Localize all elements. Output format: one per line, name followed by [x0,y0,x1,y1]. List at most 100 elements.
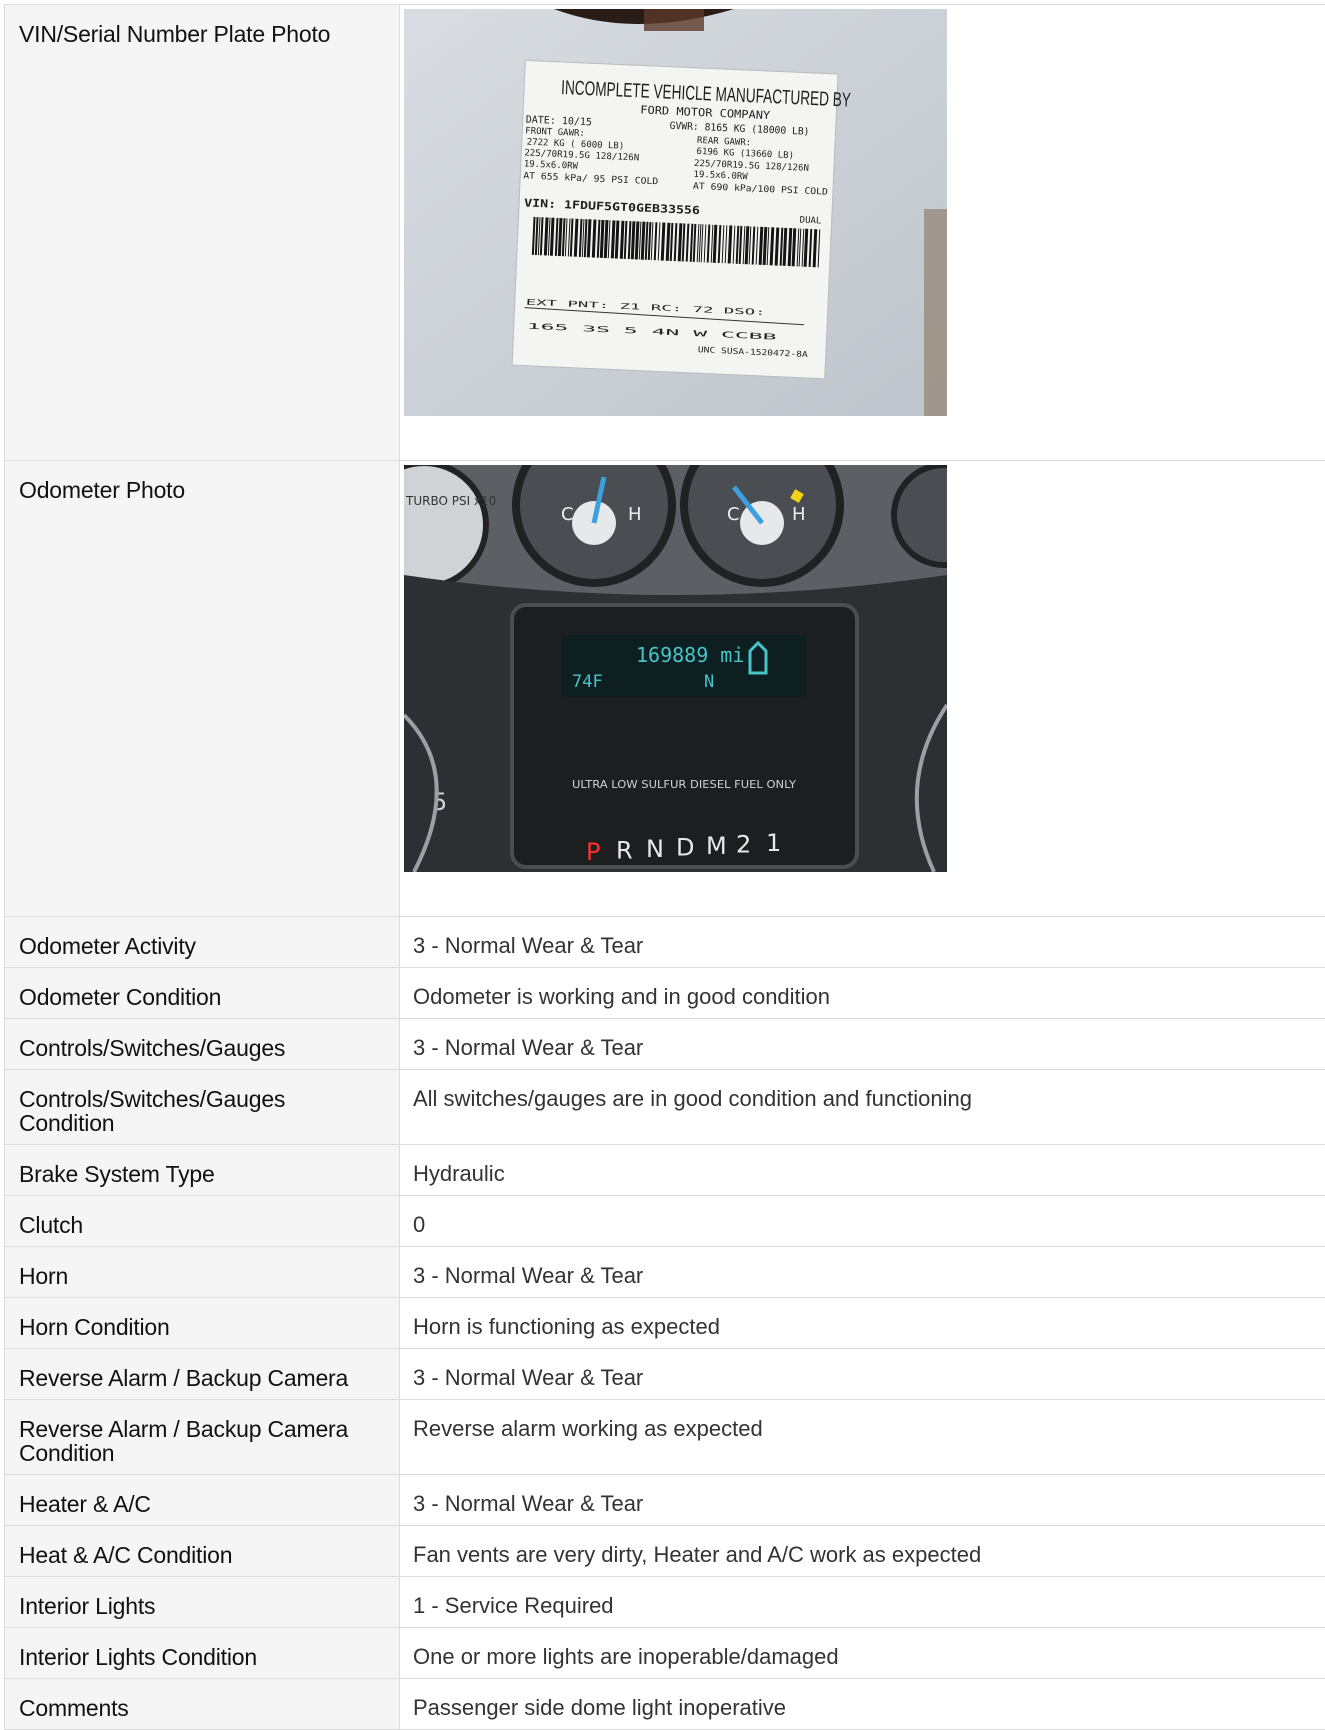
row-label: Heater & A/C [5,1475,399,1516]
table-row: VIN/Serial Number Plate Photo [5,5,1325,461]
row-value-cell: 3 - Normal Wear & Tear [400,1475,1325,1526]
row-value-cell: Reverse alarm working as expected [400,1400,1325,1475]
row-label: VIN/Serial Number Plate Photo [5,5,399,46]
row-value-cell: All switches/gauges are in good conditio… [400,1070,1325,1145]
row-value: Passenger side dome light inoperative [400,1679,1325,1720]
row-label-cell: Brake System Type [5,1145,400,1196]
table-row: Controls/Switches/Gauges ConditionAll sw… [5,1070,1325,1145]
row-label-cell: Controls/Switches/Gauges Condition [5,1070,400,1145]
row-label: Odometer Activity [5,917,399,958]
temp-gauge-h: H [628,504,642,525]
row-label-cell: Interior Lights Condition [5,1628,400,1679]
row-label: Interior Lights Condition [5,1628,399,1669]
table-row: Horn3 - Normal Wear & Tear [5,1247,1325,1298]
row-label: Interior Lights [5,1577,399,1618]
row-value: 0 [400,1196,1325,1237]
row-value: Reverse alarm working as expected [400,1400,1325,1441]
gear-letter: 2 [736,831,751,859]
row-label-cell: Comments [5,1679,400,1730]
row-label-cell: Odometer Condition [5,968,400,1019]
row-label-cell: Reverse Alarm / Backup Camera Condition [5,1400,400,1475]
row-label-cell: Horn Condition [5,1298,400,1349]
odometer-gear: N [704,672,714,692]
temp-gauge-c: C [561,504,574,525]
row-value-cell: 3 - Normal Wear & Tear [400,1019,1325,1070]
row-value: One or more lights are inoperable/damage… [400,1628,1325,1669]
table-row: Reverse Alarm / Backup Camera ConditionR… [5,1400,1325,1475]
row-label-cell: Odometer Activity [5,917,400,968]
gear-letter: 1 [766,829,781,857]
odometer-photo[interactable]: TURBO PSI x10 C H C H 169889 [404,465,947,872]
row-photo-cell: INCOMPLETE VEHICLE MANUFACTURED BY FORD … [400,5,1325,461]
row-label: Horn [5,1247,399,1288]
row-label: Horn Condition [5,1298,399,1339]
trans-gauge-h: H [792,504,806,525]
row-label-cell: Heater & A/C [5,1475,400,1526]
table-row: Clutch0 [5,1196,1325,1247]
row-value-cell: 3 - Normal Wear & Tear [400,1247,1325,1298]
vin-plate-photo[interactable]: INCOMPLETE VEHICLE MANUFACTURED BY FORD … [404,9,947,416]
row-value-cell: 1 - Service Required [400,1577,1325,1628]
row-photo-cell: TURBO PSI x10 C H C H 169889 [400,461,1325,917]
table-row: Reverse Alarm / Backup Camera3 - Normal … [5,1349,1325,1400]
table-row: Odometer ConditionOdometer is working an… [5,968,1325,1019]
table-row: Interior Lights ConditionOne or more lig… [5,1628,1325,1679]
row-label-cell: Clutch [5,1196,400,1247]
table-row: Brake System TypeHydraulic [5,1145,1325,1196]
row-value: Horn is functioning as expected [400,1298,1325,1339]
fuel-note: ULTRA LOW SULFUR DIESEL FUEL ONLY [572,778,796,791]
row-label-cell: VIN/Serial Number Plate Photo [5,5,400,461]
row-label: Controls/Switches/Gauges Condition [5,1070,399,1135]
row-value-cell: Passenger side dome light inoperative [400,1679,1325,1730]
gear-letter: P [586,838,600,866]
table-row: Heater & A/C3 - Normal Wear & Tear [5,1475,1325,1526]
table-row: Odometer Activity3 - Normal Wear & Tear [5,917,1325,968]
row-value: 3 - Normal Wear & Tear [400,1019,1325,1060]
gear-letter: D [676,834,694,862]
row-label: Clutch [5,1196,399,1237]
row-value: Hydraulic [400,1145,1325,1186]
row-label: Comments [5,1679,399,1720]
table-row: Heat & A/C ConditionFan vents are very d… [5,1526,1325,1577]
row-label: Odometer Condition [5,968,399,1009]
row-value: All switches/gauges are in good conditio… [400,1070,1325,1111]
row-label-cell: Horn [5,1247,400,1298]
row-label-cell: Heat & A/C Condition [5,1526,400,1577]
turbo-gauge-label: TURBO PSI x10 [405,494,496,508]
row-label: Brake System Type [5,1145,399,1186]
row-label: Heat & A/C Condition [5,1526,399,1567]
row-label: Reverse Alarm / Backup Camera Condition [5,1400,399,1465]
row-value: 3 - Normal Wear & Tear [400,1475,1325,1516]
row-value: 3 - Normal Wear & Tear [400,917,1325,958]
row-value: 3 - Normal Wear & Tear [400,1247,1325,1288]
gear-letter: M [706,832,727,860]
vin-label-dual: DUAL [799,215,821,226]
inspection-table: VIN/Serial Number Plate Photo [4,4,1325,1730]
row-value: Odometer is working and in good conditio… [400,968,1325,1009]
row-label-cell: Reverse Alarm / Backup Camera [5,1349,400,1400]
gear-letter: R [616,837,633,865]
row-label-cell: Controls/Switches/Gauges [5,1019,400,1070]
odometer-temp: 74F [572,672,603,692]
odometer-mileage: 169889 mi [636,643,744,667]
table-row: Interior Lights1 - Service Required [5,1577,1325,1628]
gear-letter: N [646,835,664,863]
row-value: 3 - Normal Wear & Tear [400,1349,1325,1390]
row-value-cell: Odometer is working and in good conditio… [400,968,1325,1019]
row-label: Reverse Alarm / Backup Camera [5,1349,399,1390]
table-row: Odometer Photo TURBO PSI x10 C H [5,461,1325,917]
row-value-cell: Horn is functioning as expected [400,1298,1325,1349]
table-row: Controls/Switches/Gauges3 - Normal Wear … [5,1019,1325,1070]
row-label: Controls/Switches/Gauges [5,1019,399,1060]
row-value-cell: Hydraulic [400,1145,1325,1196]
row-label-cell: Odometer Photo [5,461,400,917]
row-value-cell: 3 - Normal Wear & Tear [400,917,1325,968]
row-value: 1 - Service Required [400,1577,1325,1618]
row-label-cell: Interior Lights [5,1577,400,1628]
row-value-cell: One or more lights are inoperable/damage… [400,1628,1325,1679]
row-value-cell: 0 [400,1196,1325,1247]
row-value-cell: Fan vents are very dirty, Heater and A/C… [400,1526,1325,1577]
row-value: Fan vents are very dirty, Heater and A/C… [400,1526,1325,1567]
row-label: Odometer Photo [5,461,399,502]
table-row: Horn ConditionHorn is functioning as exp… [5,1298,1325,1349]
